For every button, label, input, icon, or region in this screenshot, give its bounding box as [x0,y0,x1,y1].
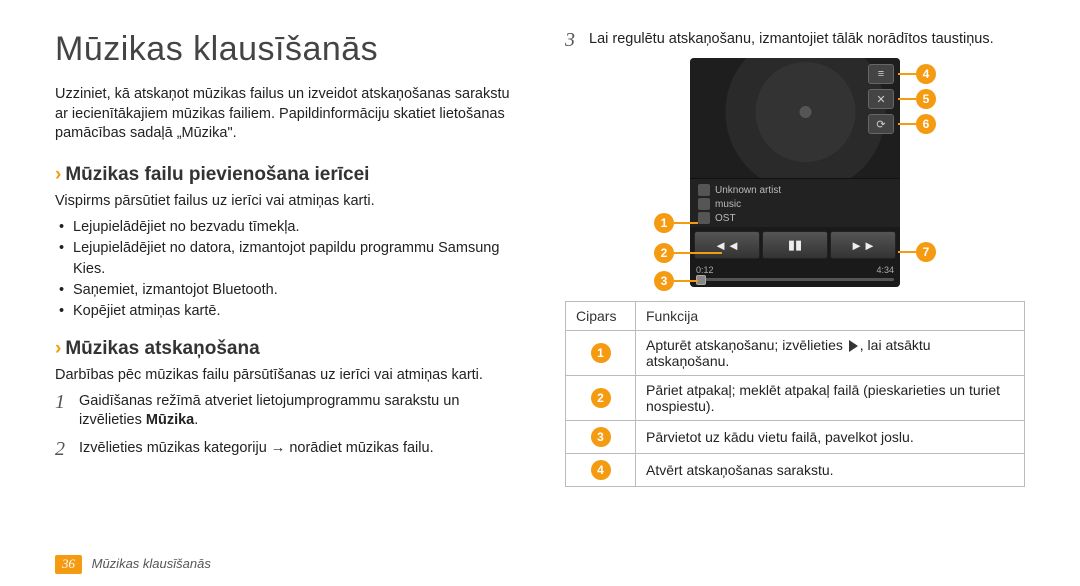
row-number-icon: 1 [591,343,611,363]
th-function: Funkcija [636,302,1025,331]
page-footer: 36 Mūzikas klausīšanās [55,555,211,574]
total-time: 4:34 [876,265,894,275]
row-text: Atvērt atskaņošanas sarakstu. [636,454,1025,487]
list-item: Lejupielādējiet no bezvadu tīmekļa. [59,217,515,238]
section1-intro: Vispirms pārsūtiet failus uz ierīci vai … [55,192,515,212]
play-icon [849,340,858,352]
shuffle-icon: ✕ [868,89,894,109]
step-text: Izvēlieties mūzikas kategoriju → norādie… [79,439,434,459]
section2-title: Mūzikas atskaņošana [65,338,259,359]
next-button: ►► [830,231,896,259]
section1-title: Mūzikas failu pievienošana ierīcei [65,164,369,185]
player-screenshot: ≡ ✕ ⟳ Unknown artist music OST ◄◄ ▮▮ ►► … [650,58,940,287]
list-item: Kopējiet atmiņas kartē. [59,301,515,322]
callout-2: 2 [654,243,674,263]
table-row: 1 Apturēt atskaņošanu; izvēlieties , lai… [566,331,1025,376]
footer-title: Mūzikas klausīšanās [92,556,211,571]
chevron-icon: › [55,164,61,185]
album-row: music [698,197,892,211]
album-label: music [715,199,741,210]
callout-1: 1 [654,213,674,233]
note-icon [698,212,710,224]
intro-text: Uzziniet, kā atskaņot mūzikas failus un … [55,85,515,144]
track-label: OST [715,213,736,224]
section1-list: Lejupielādējiet no bezvadu tīmekļa. Leju… [59,217,515,322]
row-number-icon: 3 [591,427,611,447]
pause-button: ▮▮ [762,231,828,259]
callout-4: 4 [916,64,936,84]
seek-slider [690,277,900,287]
row-number-icon: 2 [591,388,611,408]
person-icon [698,184,710,196]
step-3: 3 Lai regulētu atskaņošanu, izmantojiet … [565,30,1025,50]
album-art: ≡ ✕ ⟳ [690,58,900,178]
table-row: 2 Pāriet atpakaļ; meklēt atpakaļ failā (… [566,376,1025,421]
step-number: 3 [565,30,581,50]
callout-5: 5 [916,89,936,109]
step-1: 1 Gaidīšanas režīmā atveriet lietojumpro… [55,392,515,431]
chevron-icon: › [55,338,61,359]
section2-heading: ›Mūzikas atskaņošana [55,338,515,360]
track-row: OST [698,211,892,225]
prev-button: ◄◄ [694,231,760,259]
repeat-icon: ⟳ [868,114,894,134]
list-item: Saņemiet, izmantojot Bluetooth. [59,280,515,301]
row-text: Pāriet atpakaļ; meklēt atpakaļ failā (pi… [636,376,1025,421]
step-2: 2 Izvēlieties mūzikas kategoriju → norād… [55,439,515,459]
table-row: 3 Pārvietot uz kādu vietu failā, pavelko… [566,421,1025,454]
callout-7: 7 [916,242,936,262]
section1-heading: ›Mūzikas failu pievienošana ierīcei [55,164,515,186]
section2-intro: Darbības pēc mūzikas failu pārsūtīšanas … [55,366,515,386]
row-text: Pārvietot uz kādu vietu failā, pavelkot … [636,421,1025,454]
step-number: 2 [55,439,71,459]
th-number: Cipars [566,302,636,331]
disc-icon [698,198,710,210]
row-number-icon: 4 [591,460,611,480]
step-number: 1 [55,392,71,412]
function-table: Cipars Funkcija 1 Apturēt atskaņošanu; i… [565,301,1025,487]
artist-label: Unknown artist [715,185,781,196]
callout-3: 3 [654,271,674,291]
step-text: Lai regulētu atskaņošanu, izmantojiet tā… [589,30,994,50]
list-item: Lejupielādējiet no datora, izmantojot pa… [59,238,515,280]
callout-6: 6 [916,114,936,134]
page-number: 36 [55,555,82,574]
table-row: 4 Atvērt atskaņošanas sarakstu. [566,454,1025,487]
elapsed-time: 0:12 [696,265,714,275]
playlist-icon: ≡ [868,64,894,84]
row-text: Apturēt atskaņošanu; izvēlieties , lai a… [636,331,1025,376]
step-text: Gaidīšanas režīmā atveriet lietojumprogr… [79,392,515,431]
page-title: Mūzikas klausīšanās [55,30,515,69]
artist-row: Unknown artist [698,183,892,197]
